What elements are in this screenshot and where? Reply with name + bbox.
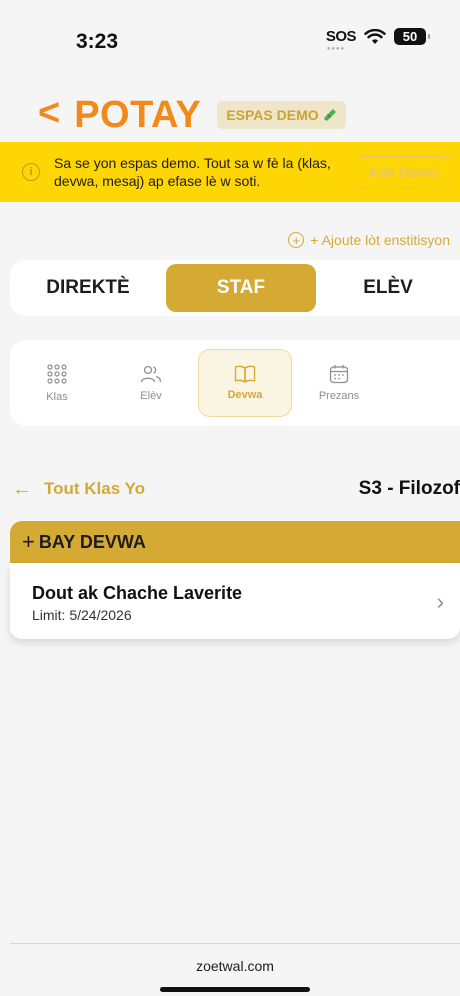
book-icon: [234, 365, 256, 383]
status-icons: SOS ●●●● 50: [325, 28, 430, 52]
add-institution-label: + Ajoute lòt enstitisyon: [310, 232, 450, 248]
calendar-icon: [329, 365, 349, 384]
brand-title: POTAY: [74, 93, 202, 136]
tab-direkte[interactable]: DIREKTÈ: [10, 277, 166, 299]
sos-label: SOS: [325, 28, 357, 45]
add-institution-link[interactable]: + + Ajoute lòt enstitisyon: [288, 232, 450, 248]
exit-demo-button[interactable]: Kite Demo: [356, 156, 450, 188]
users-icon: [140, 365, 162, 383]
status-bar: 3:23 SOS ●●●● 50: [0, 0, 460, 80]
wifi-icon: [364, 28, 386, 44]
tab-elev[interactable]: ELÈV: [316, 277, 460, 299]
feature-devwa-label: Devwa: [227, 389, 263, 401]
feature-nav: Klas Elèv Devwa Prezans: [10, 340, 460, 426]
battery-icon: 50: [394, 28, 430, 45]
breadcrumb: ← Tout Klas Yo S3 - Filozof: [12, 474, 460, 504]
info-icon: i: [22, 163, 40, 181]
all-classes-link[interactable]: Tout Klas Yo: [44, 479, 145, 499]
test-tube-icon: [324, 109, 336, 121]
add-assignment-button[interactable]: + BAY DEVWA: [10, 521, 460, 563]
url-label[interactable]: zoetwal.com: [10, 958, 460, 974]
demo-badge-label: ESPAS DEMO: [226, 107, 319, 123]
demo-badge: ESPAS DEMO: [217, 101, 346, 129]
sos-indicator: SOS ●●●●: [325, 28, 357, 52]
signal-dots-icon: ●●●●: [326, 46, 346, 52]
feature-elev[interactable]: Elèv: [104, 349, 198, 417]
class-title: S3 - Filozof: [358, 478, 460, 499]
back-button[interactable]: <: [38, 94, 60, 132]
banner-message: Sa se yon espas demo. Tout sa w fè la (k…: [54, 155, 331, 189]
plus-circle-icon: +: [288, 232, 305, 248]
home-indicator[interactable]: [160, 987, 310, 992]
demo-banner: i Sa se yon espas demo. Tout sa w fè la …: [0, 142, 460, 202]
feature-klas[interactable]: Klas: [10, 349, 104, 417]
feature-devwa[interactable]: Devwa: [198, 349, 292, 417]
browser-footer: zoetwal.com: [10, 943, 460, 996]
feature-prezans-label: Prezans: [318, 390, 360, 402]
grid-icon: [47, 364, 67, 384]
assignment-item[interactable]: Dout ak Chache Laverite Limit: 5/24/2026…: [10, 563, 460, 639]
chevron-right-icon: ›: [436, 589, 444, 614]
plus-icon: +: [22, 529, 35, 554]
arrow-left-icon[interactable]: ←: [12, 479, 32, 499]
assignment-title: Dout ak Chache Laverite: [32, 583, 243, 603]
assignment-due-date: Limit: 5/24/2026: [32, 607, 132, 623]
status-time: 3:23: [76, 30, 119, 53]
role-tabs: DIREKTÈ STAF ELÈV: [10, 260, 460, 316]
tab-staf[interactable]: STAF: [166, 264, 316, 312]
app-header: < POTAY ESPAS DEMO: [38, 90, 346, 140]
feature-elev-label: Elèv: [140, 390, 162, 402]
add-assignment-label: BAY DEVWA: [38, 531, 146, 552]
feature-prezans[interactable]: Prezans: [292, 349, 386, 417]
feature-klas-label: Klas: [46, 391, 68, 403]
